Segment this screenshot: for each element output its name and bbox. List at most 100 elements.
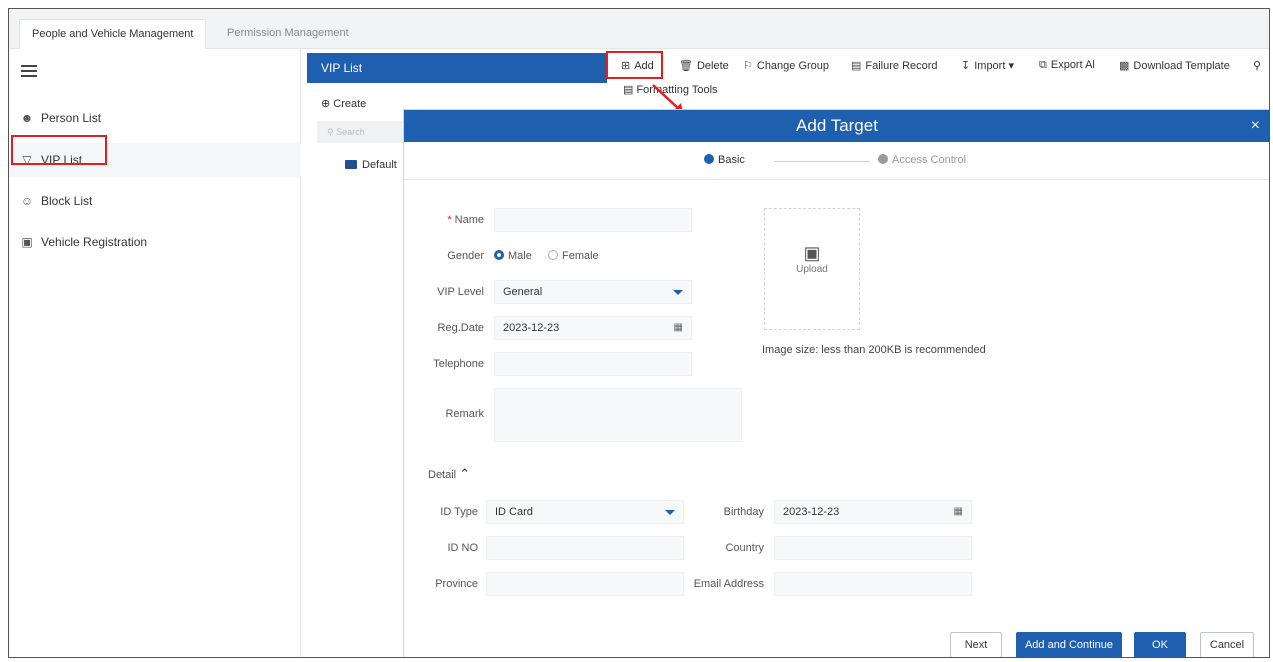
birthday-label: Birthday: [723, 506, 764, 518]
name-label: * Name: [447, 214, 484, 226]
gender-label: Gender: [447, 250, 484, 262]
export-all-label: Export Al: [1050, 59, 1095, 71]
chevron-down-icon: [673, 290, 683, 295]
calendar-icon: ▦: [673, 322, 683, 333]
dialog-title: Add Target: [796, 116, 878, 135]
step-basic: Basic: [704, 154, 745, 166]
step-connector: [774, 161, 870, 162]
sidebar-item-vehicle-registration[interactable]: ▣ Vehicle Registration: [9, 225, 301, 259]
import-icon: ↧: [961, 60, 971, 72]
reg-date-label: Reg.Date: [437, 322, 484, 334]
male-label: Male: [508, 250, 532, 262]
birthday-picker[interactable]: 2023-12-23 ▦: [774, 500, 972, 524]
delete-label: Delete: [696, 60, 729, 72]
province-field[interactable]: [486, 572, 684, 596]
next-button[interactable]: Next: [950, 632, 1002, 657]
birthday-value: 2023-12-23: [783, 506, 840, 518]
app-window: People and Vehicle Management Permission…: [8, 8, 1270, 658]
female-label: Female: [562, 250, 599, 262]
remark-label: Remark: [445, 408, 484, 420]
telephone-label: Telephone: [433, 358, 484, 370]
export-all-button[interactable]: ⧉ Export Al: [1039, 59, 1095, 72]
cancel-button[interactable]: Cancel: [1200, 632, 1254, 657]
folder-icon: [345, 160, 357, 169]
image-icon: ▣: [803, 243, 821, 263]
car-icon: ▣: [21, 235, 33, 249]
search-icon: ⚲: [327, 127, 337, 137]
step-dot-icon: [704, 154, 714, 164]
create-group-button[interactable]: ⊕ Create: [321, 97, 366, 110]
detail-toggle[interactable]: Detail ⌃: [428, 466, 470, 482]
id-no-field[interactable]: [486, 536, 684, 560]
highlight-box-vip-list: [11, 135, 107, 165]
top-tab-bar: People and Vehicle Management Permission…: [9, 9, 1269, 49]
import-label: Import: [974, 60, 1006, 72]
radio-unchecked-icon: [548, 250, 558, 260]
detail-label: Detail: [428, 469, 457, 481]
tree-node-label: Default: [362, 159, 397, 171]
sidebar-item-person-list[interactable]: ☻ Person List: [9, 101, 301, 135]
gender-female-radio[interactable]: Female: [548, 250, 599, 262]
download-template-label: Download Template: [1133, 60, 1230, 72]
person-block-icon: ☺: [20, 194, 34, 208]
vip-level-value: General: [503, 286, 543, 298]
import-dropdown[interactable]: ↧ Import ▾: [961, 59, 1014, 72]
sidebar-item-label: Block List: [41, 194, 93, 208]
tab-permission-management[interactable]: Permission Management: [215, 19, 361, 49]
id-type-label: ID Type: [440, 506, 478, 518]
change-group-button[interactable]: ⚐ Change Group: [743, 59, 829, 72]
id-no-label: ID NO: [447, 542, 478, 554]
create-label: Create: [333, 98, 367, 110]
tab-people-vehicle-management[interactable]: People and Vehicle Management: [19, 19, 207, 49]
vip-list-header: VIP List: [307, 53, 607, 83]
ok-button[interactable]: OK: [1134, 632, 1186, 657]
document-icon: ▤: [851, 60, 862, 72]
vip-level-select[interactable]: General: [494, 280, 692, 304]
remark-textarea[interactable]: [494, 388, 742, 442]
name-field[interactable]: [494, 208, 692, 232]
search-icon[interactable]: ⚲: [1253, 59, 1261, 72]
step-access-control: Access Control: [878, 154, 966, 166]
radio-checked-icon: [494, 250, 504, 260]
failure-record-label: Failure Record: [865, 60, 938, 72]
id-type-select[interactable]: ID Card: [486, 500, 684, 524]
download-template-button[interactable]: ▩ Download Template: [1119, 59, 1230, 72]
tree-node-default[interactable]: Default: [345, 159, 397, 171]
sidebar-item-label: Vehicle Registration: [41, 235, 148, 249]
search-placeholder: Search: [336, 127, 365, 137]
image-size-note: Image size: less than 200KB is recommend…: [762, 344, 986, 356]
email-label: Email Address: [693, 578, 764, 590]
step-dot-icon: [878, 154, 888, 164]
email-field[interactable]: [774, 572, 972, 596]
plus-circle-icon: ⊕: [321, 98, 334, 110]
calendar-icon: ▦: [953, 506, 963, 517]
flag-icon: ⚐: [743, 60, 753, 72]
country-label: Country: [725, 542, 764, 554]
export-icon: ⧉: [1039, 59, 1047, 71]
menu-collapse-icon[interactable]: [21, 65, 37, 79]
failure-record-button[interactable]: ▤ Failure Record: [851, 59, 938, 72]
document-icon: ▤: [623, 84, 637, 96]
add-and-continue-button[interactable]: Add and Continue: [1016, 632, 1122, 657]
telephone-field[interactable]: [494, 352, 692, 376]
close-icon[interactable]: ×: [1251, 110, 1260, 142]
person-icon: ☻: [20, 111, 34, 125]
step-indicator: Basic Access Control: [404, 150, 1269, 180]
delete-button[interactable]: 🗑 Delete: [679, 59, 729, 72]
change-group-label: Change Group: [756, 60, 830, 72]
add-target-dialog: Add Target × Basic Access Control * Name…: [403, 109, 1269, 657]
reg-date-picker[interactable]: 2023-12-23 ▦: [494, 316, 692, 340]
province-label: Province: [435, 578, 478, 590]
dialog-header: Add Target ×: [404, 110, 1269, 142]
gender-male-radio[interactable]: Male: [494, 250, 532, 262]
reg-date-value: 2023-12-23: [503, 322, 560, 334]
upload-label: Upload: [796, 264, 828, 275]
country-field[interactable]: [774, 536, 972, 560]
highlight-box-add: [606, 51, 663, 79]
photo-upload[interactable]: ▣ Upload: [764, 208, 860, 330]
chevron-down-icon: [665, 510, 675, 515]
chevron-up-icon: ⌃: [459, 466, 471, 481]
sidebar-item-label: Person List: [41, 111, 102, 125]
sidebar-item-block-list[interactable]: ☺ Block List: [9, 184, 301, 218]
group-search-input[interactable]: ⚲ Search: [317, 121, 417, 143]
